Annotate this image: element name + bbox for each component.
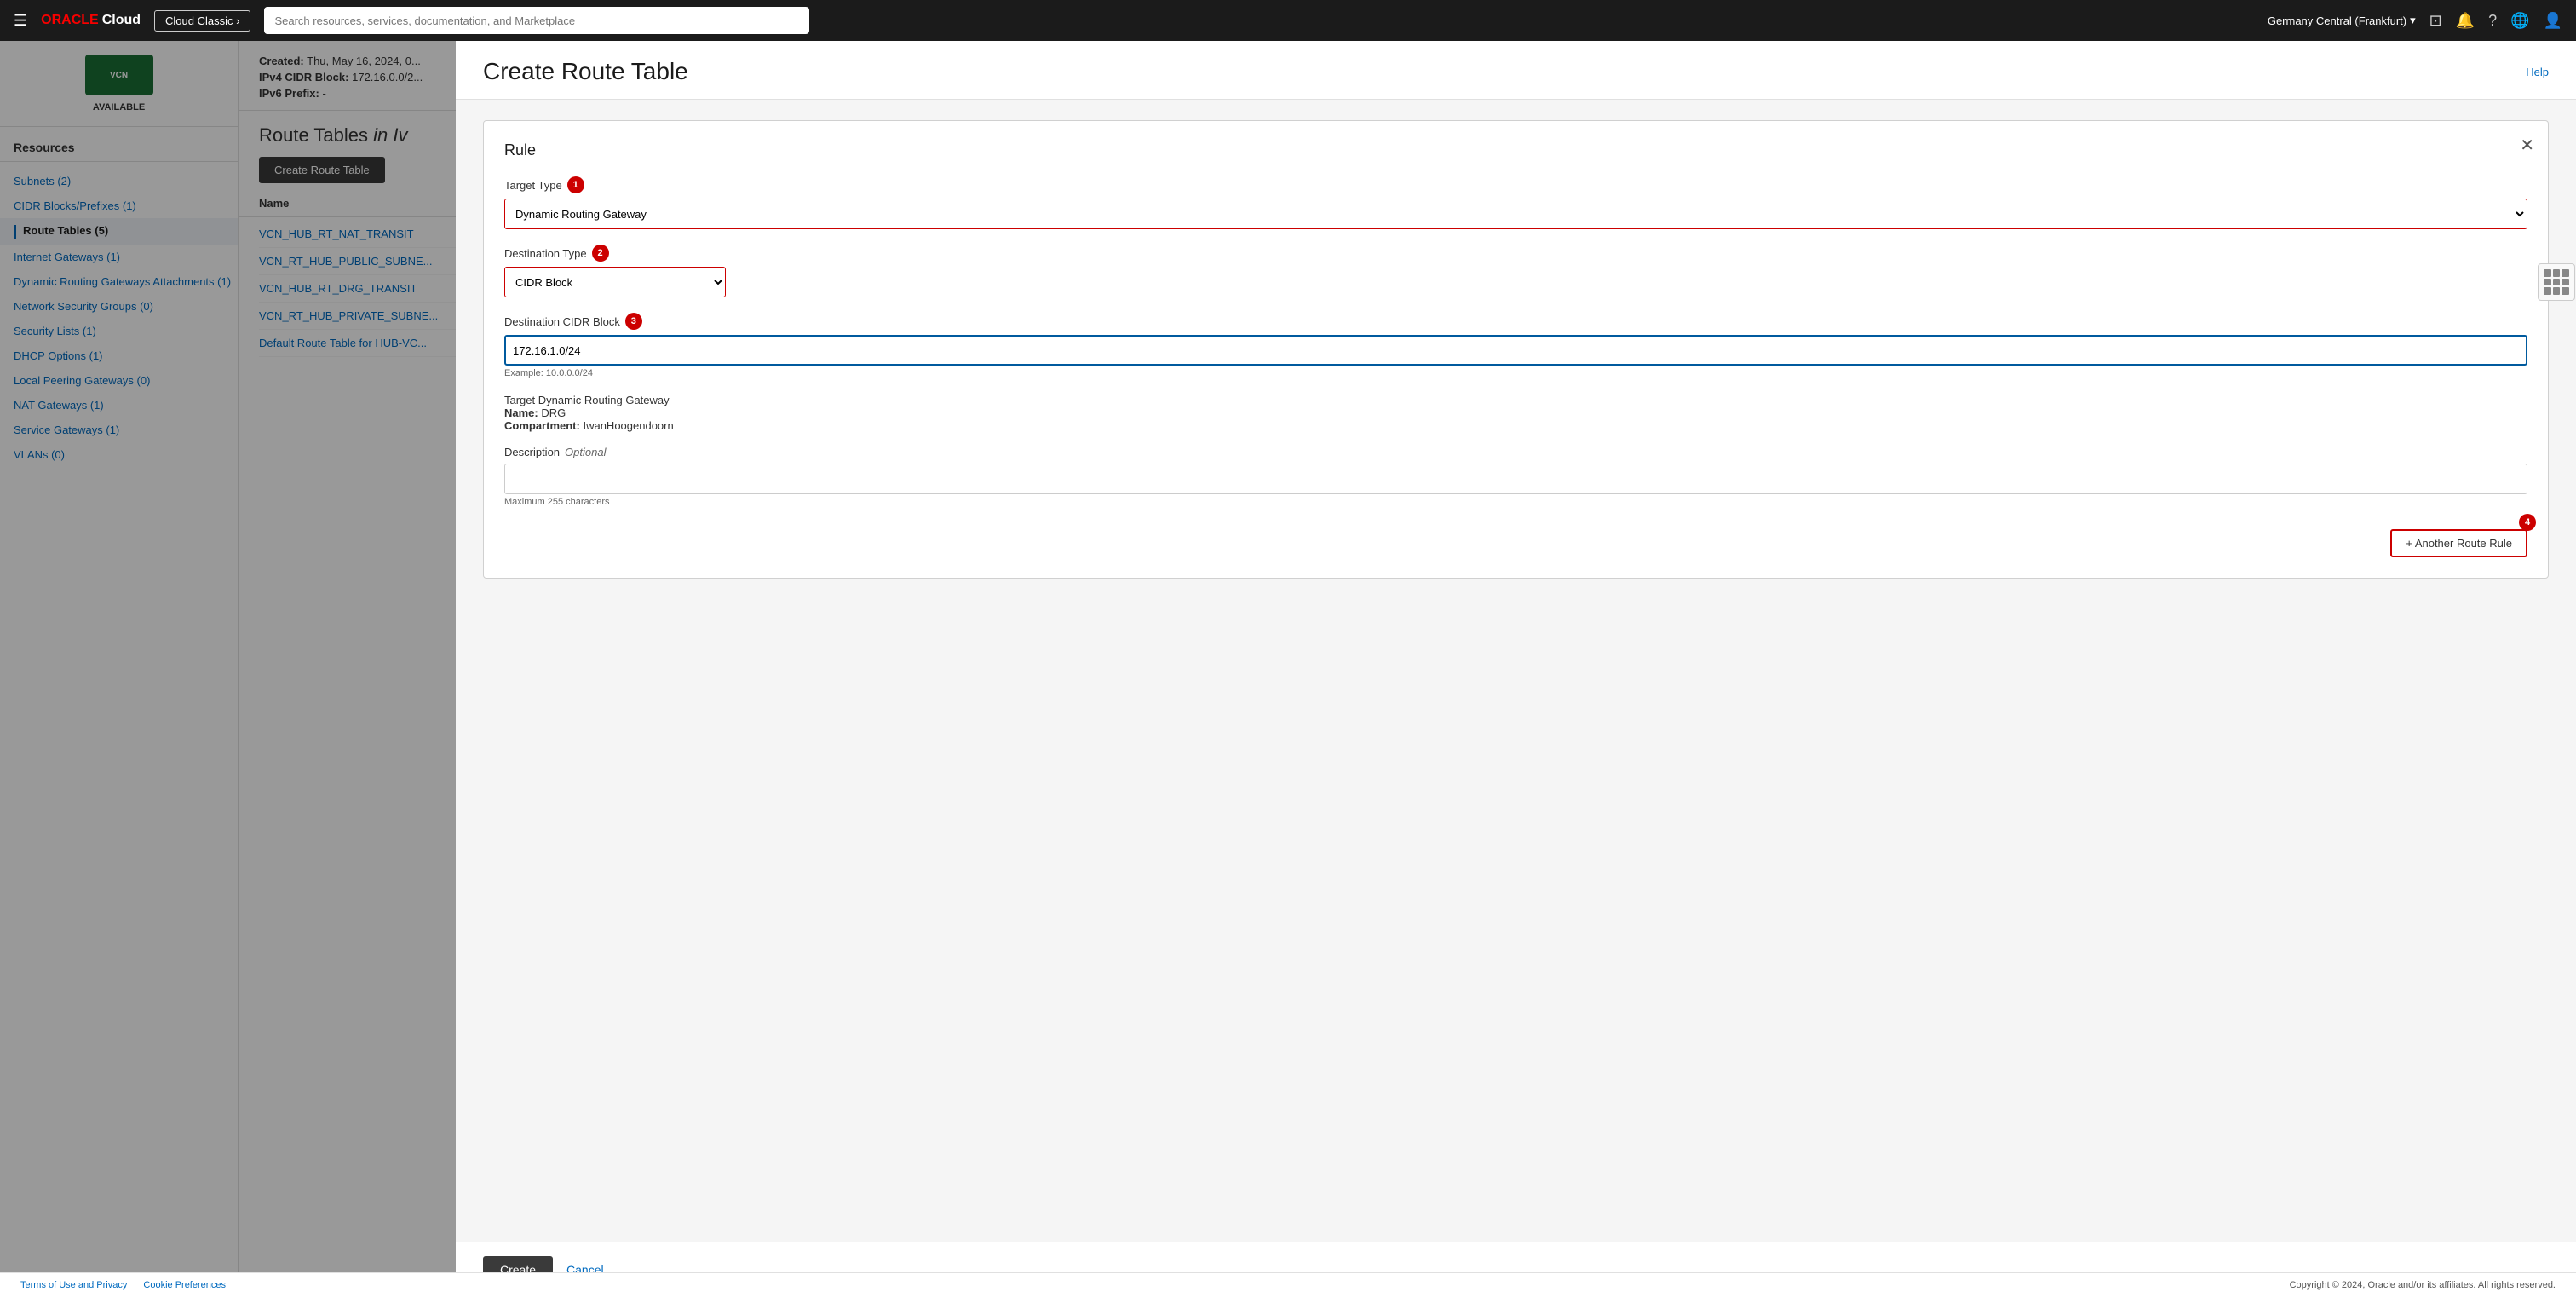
- destination-cidr-group: Destination CIDR Block 3 Example: 10.0.0…: [504, 313, 2527, 378]
- page-footer: Terms of Use and Privacy Cookie Preferen…: [0, 1272, 2576, 1297]
- rule-card-title: Rule: [504, 141, 2527, 159]
- hamburger-icon[interactable]: ☰: [14, 12, 27, 30]
- description-input[interactable]: [504, 464, 2527, 494]
- modal-header: Create Route Table Help: [456, 41, 2576, 100]
- target-type-select[interactable]: Dynamic Routing Gateway: [504, 199, 2527, 229]
- oracle-text: ORACLE: [41, 13, 99, 28]
- target-type-group: Target Type 1 Dynamic Routing Gateway: [504, 176, 2527, 229]
- description-max-chars: Maximum 255 characters: [504, 497, 2527, 507]
- help-icon[interactable]: ?: [2488, 12, 2497, 30]
- bell-icon[interactable]: 🔔: [2456, 12, 2475, 30]
- help-link[interactable]: Help: [2526, 66, 2549, 78]
- destination-cidr-input[interactable]: [504, 335, 2527, 366]
- another-rule-wrapper: + Another Route Rule 4: [2390, 522, 2527, 557]
- globe-icon[interactable]: 🌐: [2510, 12, 2529, 30]
- copyright-text: Copyright © 2024, Oracle and/or its affi…: [2290, 1280, 2556, 1290]
- drg-name-row: Name: DRG: [504, 406, 2527, 419]
- destination-cidr-hint: Example: 10.0.0.0/24: [504, 368, 2527, 378]
- search-input[interactable]: [264, 7, 809, 34]
- grid-icon[interactable]: [2538, 263, 2575, 301]
- footer-links: Terms of Use and Privacy Cookie Preferen…: [20, 1280, 239, 1290]
- another-route-rule-button[interactable]: + Another Route Rule: [2390, 529, 2527, 557]
- another-rule-badge: 4: [2519, 514, 2536, 531]
- top-nav: ☰ ORACLE Cloud Cloud Classic › Germany C…: [0, 0, 2576, 41]
- cloud-classic-button[interactable]: Cloud Classic ›: [154, 10, 250, 32]
- description-group: Description Optional Maximum 255 charact…: [504, 446, 2527, 507]
- modal-body: ✕ Rule Target Type 1 Dynamic Routing Gat…: [456, 100, 2576, 1242]
- terms-link[interactable]: Terms of Use and Privacy: [20, 1280, 127, 1290]
- grid-helper-area: [2538, 263, 2575, 301]
- another-rule-container: + Another Route Rule 4: [504, 522, 2527, 557]
- target-drg-title: Target Dynamic Routing Gateway: [504, 394, 2527, 406]
- drg-compartment-row: Compartment: IwanHoogendoorn: [504, 419, 2527, 432]
- destination-cidr-badge: 3: [625, 313, 642, 330]
- destination-type-label: Destination Type 2: [504, 245, 2527, 262]
- destination-cidr-label: Destination CIDR Block 3: [504, 313, 2527, 330]
- region-selector[interactable]: Germany Central (Frankfurt) ▾: [2268, 14, 2416, 27]
- cloud-text: Cloud: [102, 13, 141, 28]
- oracle-logo: ORACLE Cloud: [41, 13, 141, 28]
- description-label: Description Optional: [504, 446, 2527, 458]
- create-route-table-modal: Create Route Table Help ✕ Rule Target Ty…: [456, 41, 2576, 1297]
- target-type-label: Target Type 1: [504, 176, 2527, 193]
- target-drg-section: Target Dynamic Routing Gateway Name: DRG…: [504, 394, 2527, 432]
- region-chevron: ▾: [2410, 14, 2416, 27]
- cookies-link[interactable]: Cookie Preferences: [143, 1280, 226, 1290]
- region-label: Germany Central (Frankfurt): [2268, 14, 2406, 27]
- destination-type-select[interactable]: CIDR Block: [504, 267, 726, 297]
- rule-card: ✕ Rule Target Type 1 Dynamic Routing Gat…: [483, 120, 2549, 579]
- nav-right: Germany Central (Frankfurt) ▾ ⊡ 🔔 ? 🌐 👤: [2268, 12, 2562, 30]
- destination-type-group: Destination Type 2 CIDR Block: [504, 245, 2527, 297]
- target-type-badge: 1: [567, 176, 584, 193]
- rule-close-button[interactable]: ✕: [2520, 135, 2534, 156]
- monitor-icon[interactable]: ⊡: [2429, 12, 2442, 30]
- user-avatar[interactable]: 👤: [2544, 12, 2562, 30]
- modal-title: Create Route Table: [483, 58, 688, 85]
- destination-type-badge: 2: [592, 245, 609, 262]
